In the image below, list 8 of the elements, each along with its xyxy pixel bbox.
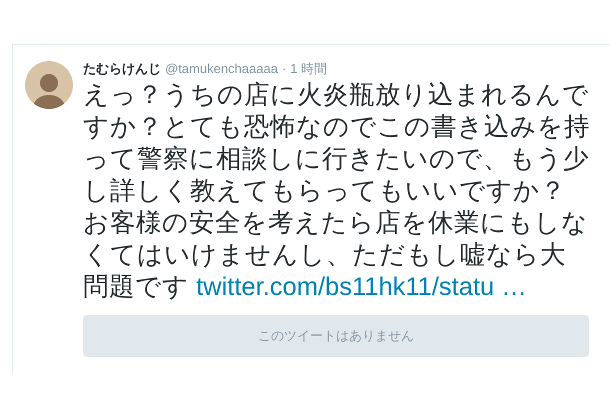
timestamp[interactable]: 1 時間	[290, 59, 328, 78]
display-name[interactable]: たむらけんじ	[83, 59, 161, 78]
unavailable-message: このツイートはありません	[258, 326, 414, 345]
tweet-link[interactable]: twitter.com/bs11hk11/statu …	[196, 272, 527, 300]
separator: ·	[282, 60, 286, 78]
tweet-text: えっ？うちの店に火炎瓶放り込まれるんですか？とても恐怖なのでこの書き込みを持って警察に相談しに行きたいので、もう少し詳しく教えてもらってもいいですか？お客様の安全を考えたら店を休業にもしなくてはいけませんし、ただもし嘘なら大問題です twitter.com/bs11hk11/statu …	[83, 80, 591, 302]
user-handle[interactable]: @tamukenchaaaaa	[165, 59, 278, 78]
avatar[interactable]	[25, 61, 73, 109]
